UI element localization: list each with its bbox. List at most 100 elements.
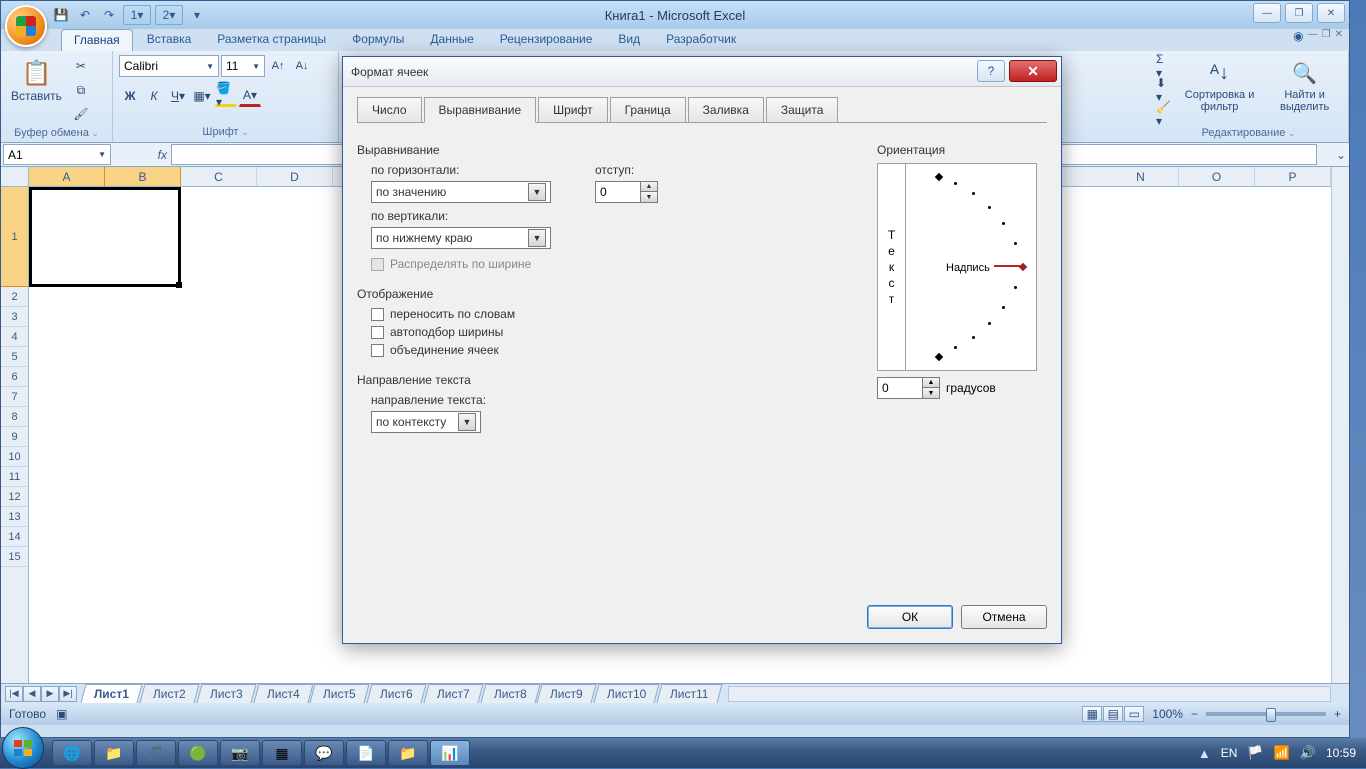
dialog-titlebar[interactable]: Формат ячеек ? ✕ [343, 57, 1061, 87]
degree-spinner[interactable]: ▲▼ [877, 377, 940, 399]
row-header[interactable]: 2 [1, 287, 28, 307]
sheet-tab[interactable]: Лист8 [480, 684, 540, 703]
fill-icon[interactable]: ⬇ ▾ [1155, 79, 1172, 101]
dtab-fill[interactable]: Заливка [688, 97, 764, 123]
row-header[interactable]: 4 [1, 327, 28, 347]
minimize-icon[interactable]: — [1253, 3, 1281, 23]
view-break-icon[interactable]: ▭ [1124, 706, 1144, 722]
col-header[interactable]: C [181, 167, 257, 186]
grow-font-icon[interactable]: A↑ [267, 55, 289, 77]
row-header[interactable]: 1 [1, 187, 28, 287]
zoom-out-icon[interactable]: − [1191, 707, 1198, 721]
indent-down-icon[interactable]: ▼ [641, 192, 657, 202]
bold-icon[interactable]: Ж [119, 85, 141, 107]
taskbar-explorer-icon[interactable]: 📁 [94, 740, 134, 766]
fx-icon[interactable]: fx [158, 148, 167, 162]
select-all-corner[interactable] [1, 167, 29, 187]
font-name-select[interactable]: Calibri▼ [119, 55, 219, 77]
view-layout-icon[interactable]: ▤ [1103, 706, 1123, 722]
format-painter-icon[interactable]: 🖌 [70, 103, 92, 125]
tray-show-hidden-icon[interactable]: ▲ [1198, 746, 1211, 761]
col-header[interactable]: P [1255, 167, 1331, 186]
shrink-fit-checkbox[interactable]: автоподбор ширины [371, 325, 857, 339]
horiz-align-select[interactable]: по значению▼ [371, 181, 551, 203]
wrap-text-checkbox[interactable]: переносить по словам [371, 307, 857, 321]
zoom-in-icon[interactable]: + [1334, 707, 1341, 721]
col-header[interactable]: B [105, 167, 181, 186]
deg-down-icon[interactable]: ▼ [923, 388, 939, 398]
tab-page-layout[interactable]: Разметка страницы [205, 29, 338, 51]
redo-icon[interactable]: ↷ [99, 5, 119, 25]
tray-clock[interactable]: 10:59 [1326, 746, 1356, 760]
row-header[interactable]: 6 [1, 367, 28, 387]
row-header[interactable]: 7 [1, 387, 28, 407]
shrink-font-icon[interactable]: A↓ [291, 55, 313, 77]
font-size-select[interactable]: 11▼ [221, 55, 265, 77]
sheet-tab[interactable]: Лист1 [80, 684, 142, 703]
underline-icon[interactable]: Ч▾ [167, 85, 189, 107]
sheet-tab[interactable]: Лист10 [593, 684, 660, 703]
tab-insert[interactable]: Вставка [135, 29, 204, 51]
close-icon[interactable]: ✕ [1317, 3, 1345, 23]
sheet-prev-icon[interactable]: ◀ [23, 686, 41, 702]
doc-minimize-icon[interactable]: — [1308, 29, 1318, 51]
orientation-vertical-button[interactable]: Текст [878, 164, 906, 370]
col-header[interactable]: O [1179, 167, 1255, 186]
borders-icon[interactable]: ▦▾ [191, 85, 213, 107]
sheet-tab[interactable]: Лист4 [253, 684, 313, 703]
fill-handle[interactable] [176, 282, 182, 288]
row-header[interactable]: 13 [1, 507, 28, 527]
col-header[interactable]: D [257, 167, 333, 186]
tab-home[interactable]: Главная [61, 29, 133, 51]
fill-color-icon[interactable]: 🪣▾ [215, 85, 237, 107]
undo-icon[interactable]: ↶ [75, 5, 95, 25]
help-icon[interactable]: ◉ [1293, 29, 1303, 51]
zoom-slider[interactable] [1206, 712, 1326, 716]
tab-view[interactable]: Вид [606, 29, 652, 51]
taskbar-app5-icon[interactable]: 💬 [304, 740, 344, 766]
zoom-pct[interactable]: 100% [1152, 707, 1183, 721]
sheet-tab[interactable]: Лист2 [139, 684, 199, 703]
tab-data[interactable]: Данные [418, 29, 485, 51]
indent-spinner[interactable]: ▲▼ [595, 181, 658, 203]
dtab-protection[interactable]: Защита [766, 97, 839, 123]
row-header[interactable]: 14 [1, 527, 28, 547]
dtab-number[interactable]: Число [357, 97, 422, 123]
sort-filter-button[interactable]: ᴬ↓ Сортировка и фильтр [1176, 55, 1263, 115]
row-header[interactable]: 15 [1, 547, 28, 567]
autosum-icon[interactable]: Σ ▾ [1155, 55, 1172, 77]
indent-input[interactable] [595, 181, 641, 203]
dtab-alignment[interactable]: Выравнивание [424, 97, 537, 123]
taskbar-app2-icon[interactable]: 🟢 [178, 740, 218, 766]
ok-button[interactable]: ОК [867, 605, 953, 629]
paste-button[interactable]: 📋 Вставить [7, 55, 66, 105]
sheet-tab[interactable]: Лист5 [310, 684, 370, 703]
tab-developer[interactable]: Разработчик [654, 29, 748, 51]
row-header[interactable]: 3 [1, 307, 28, 327]
tray-volume-icon[interactable]: 🔊 [1300, 745, 1316, 761]
find-select-button[interactable]: 🔍 Найти и выделить [1267, 55, 1342, 115]
row-header[interactable]: 8 [1, 407, 28, 427]
taskbar-app3-icon[interactable]: 📷 [220, 740, 260, 766]
italic-icon[interactable]: К [143, 85, 165, 107]
dialog-close-icon[interactable]: ✕ [1009, 60, 1057, 82]
sheet-tab[interactable]: Лист7 [423, 684, 483, 703]
start-button[interactable] [2, 727, 44, 769]
taskbar-excel-icon[interactable]: 📊 [430, 740, 470, 766]
dialog-help-icon[interactable]: ? [977, 60, 1005, 82]
horizontal-scrollbar[interactable] [728, 686, 1331, 702]
tray-lang[interactable]: EN [1221, 746, 1238, 760]
sheet-tab[interactable]: Лист9 [537, 684, 597, 703]
sheet-tab[interactable]: Лист6 [366, 684, 426, 703]
font-color-icon[interactable]: A▾ [239, 85, 261, 107]
vert-align-select[interactable]: по нижнему краю▼ [371, 227, 551, 249]
col-header[interactable]: N [1103, 167, 1179, 186]
cancel-button[interactable]: Отмена [961, 605, 1047, 629]
taskbar-word-icon[interactable]: 📄 [346, 740, 386, 766]
tab-formulas[interactable]: Формулы [340, 29, 416, 51]
deg-up-icon[interactable]: ▲ [923, 378, 939, 388]
dtab-border[interactable]: Граница [610, 97, 686, 123]
col-header[interactable]: A [29, 167, 105, 186]
taskbar-app1-icon[interactable]: 🎵 [136, 740, 176, 766]
name-box[interactable]: A1▼ [3, 144, 111, 165]
